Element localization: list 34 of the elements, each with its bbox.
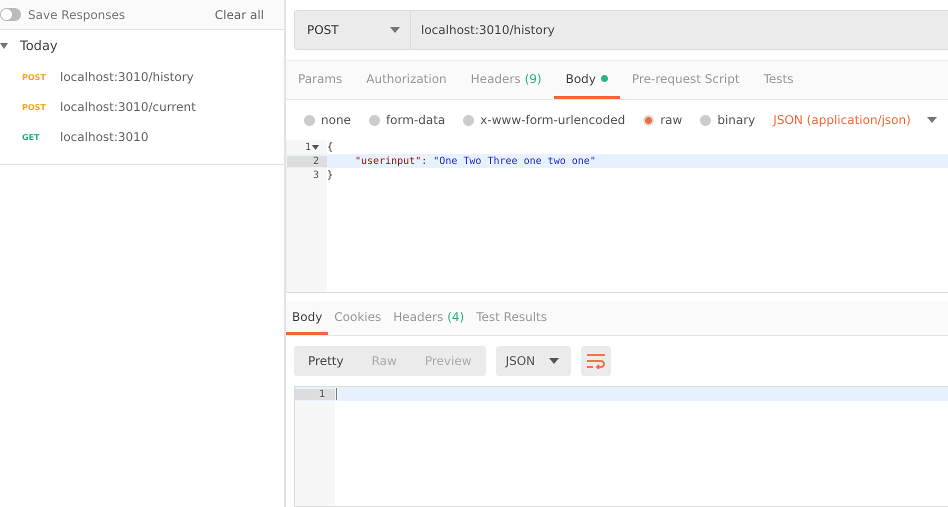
format-dropdown[interactable]: JSON (application/json)	[773, 113, 911, 127]
line-number: 3	[312, 170, 320, 180]
tab[interactable]: Body	[554, 61, 620, 99]
save-responses-label: Save Responses	[28, 8, 126, 22]
view-button[interactable]: Pretty	[294, 346, 358, 376]
history-item[interactable]: POST localhost:3010/current	[0, 92, 284, 122]
caret-icon	[549, 358, 560, 364]
caret-icon	[390, 27, 400, 33]
format-dropdown[interactable]: JSON	[496, 346, 572, 376]
radio-option[interactable]: raw	[643, 113, 682, 127]
fold-icon[interactable]	[312, 144, 319, 150]
line-number: 1	[287, 142, 327, 152]
radio-option[interactable]: binary	[700, 113, 756, 127]
url-field[interactable]: localhost:3010/history	[410, 10, 948, 50]
tab[interactable]: Body	[286, 301, 328, 335]
radio-option[interactable]: x-www-form-urlencoded	[463, 113, 626, 127]
code-line: }	[327, 170, 334, 180]
wrap-icon	[586, 353, 606, 369]
caret-icon	[926, 117, 937, 123]
toggle-switch[interactable]	[0, 8, 21, 21]
line-number: 1	[295, 388, 335, 400]
group-label: Today	[20, 38, 58, 54]
wrap-button[interactable]	[581, 346, 612, 376]
clear-all-button[interactable]: Clear all	[214, 8, 264, 22]
history-item[interactable]: POST localhost:3010/history	[0, 62, 284, 92]
line-number: 2	[287, 156, 327, 166]
radio-option[interactable]: form-data	[368, 113, 446, 127]
code-line: {	[327, 142, 334, 152]
code-line: "userinput": "One Two Three one two one"	[354, 156, 596, 166]
history-item[interactable]: GET localhost:3010	[0, 122, 284, 152]
radio-option[interactable]: none	[304, 113, 351, 127]
response-editor[interactable]: 1	[294, 386, 948, 507]
caret-icon[interactable]	[0, 43, 8, 49]
method-dropdown[interactable]: POST	[294, 10, 410, 50]
